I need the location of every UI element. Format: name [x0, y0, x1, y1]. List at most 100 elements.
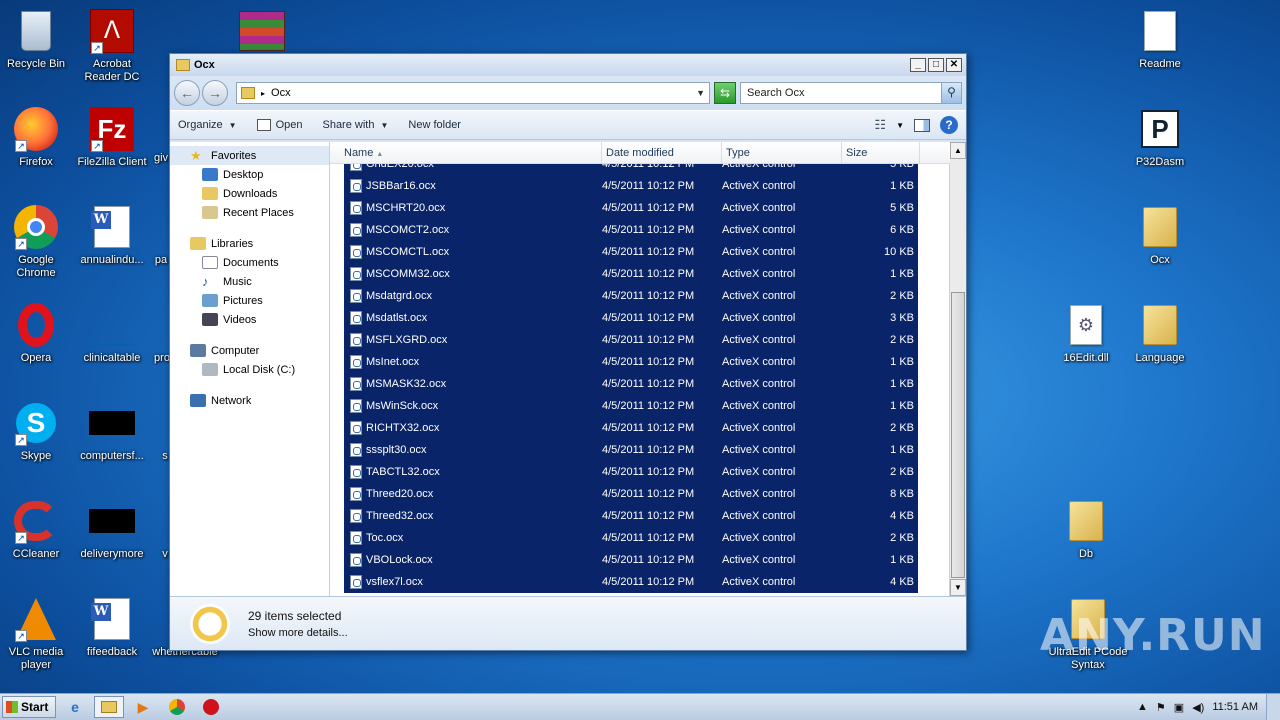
vertical-scrollbar[interactable]: ▲ ▼ — [949, 142, 966, 596]
nav-desktop[interactable]: Desktop — [170, 165, 329, 184]
action-center-icon[interactable]: ⚑ — [1156, 701, 1166, 714]
nav-downloads[interactable]: Downloads — [170, 184, 329, 203]
desktop-icon-winrar[interactable] — [224, 8, 300, 58]
forward-button[interactable]: → — [202, 80, 228, 106]
desktop-icon-p32dasm[interactable]: P P32Dasm — [1122, 106, 1198, 169]
table-row[interactable]: RICHTX32.ocx 4/5/2011 10:12 PM ActiveX con… — [344, 417, 918, 439]
nav-videos[interactable]: Videos — [170, 310, 329, 329]
column-header-type[interactable]: Type — [722, 142, 842, 163]
computer-icon — [190, 344, 206, 357]
table-row[interactable]: Threed20.ocx 4/5/2011 10:12 PM ActiveX con… — [344, 483, 918, 505]
desktop-icon-annualindu[interactable]: W annualindu... — [74, 204, 150, 267]
nav-favorites[interactable]: ★ Favorites — [170, 146, 329, 165]
table-row[interactable]: Msdatlst.ocx 4/5/2011 10:12 PM ActiveX con… — [344, 307, 918, 329]
volume-icon[interactable]: ◀) — [1192, 701, 1204, 714]
table-row[interactable]: VBOLock.ocx 4/5/2011 10:12 PM ActiveX cont… — [344, 549, 918, 571]
table-row[interactable]: MsWinSck.ocx 4/5/2011 10:12 PM ActiveX con… — [344, 395, 918, 417]
table-row[interactable]: TABCTL32.ocx 4/5/2011 10:12 PM ActiveX con… — [344, 461, 918, 483]
nav-libraries[interactable]: Libraries — [170, 234, 329, 253]
taskbar-explorer-icon[interactable] — [94, 696, 124, 718]
table-row[interactable]: MsInet.ocx 4/5/2011 10:12 PM ActiveX contr… — [344, 351, 918, 373]
desktop-icon-opera[interactable]: Opera — [0, 302, 74, 365]
table-row[interactable]: MSCOMCTL.ocx 4/5/2011 10:12 PM ActiveX con… — [344, 241, 918, 263]
file-list[interactable]: GridEX20.ocx 4/5/2011 10:12 PM ActiveX con… — [330, 142, 966, 596]
column-header-date[interactable]: Date modified — [602, 142, 722, 163]
preview-pane-icon[interactable] — [914, 118, 930, 132]
new-folder-button[interactable]: New folder — [408, 119, 461, 131]
column-header-name[interactable]: Name ▲ — [330, 142, 602, 163]
nav-local-disk[interactable]: Local Disk (C:) — [170, 360, 329, 379]
explorer-window[interactable]: Ocx _ □ ✕ ← → ▸ Ocx ▼ ⇆ Search Ocx ⚲ Org… — [169, 53, 967, 651]
view-options-icon[interactable]: ☷ — [874, 117, 886, 133]
desktop-icon-db[interactable]: Db — [1048, 498, 1124, 561]
icon-label: Recycle Bin — [6, 58, 66, 70]
organize-button[interactable]: Organize ▼ — [178, 119, 237, 131]
desktop-icon-clinicaltable[interactable]: clinicaltable — [74, 302, 150, 365]
search-input[interactable]: Search Ocx ⚲ — [740, 82, 962, 104]
search-icon[interactable]: ⚲ — [941, 83, 961, 103]
close-button[interactable]: ✕ — [946, 58, 962, 72]
table-row[interactable]: Toc.ocx 4/5/2011 10:12 PM ActiveX control 2… — [344, 527, 918, 549]
desktop-icon-firefox[interactable]: ↗ Firefox — [0, 106, 74, 169]
desktop-icon-acrobat[interactable]: ᐱ ↗ Acrobat Reader DC — [74, 8, 150, 84]
taskbar-ie-icon[interactable]: e — [60, 696, 90, 718]
nav-documents[interactable]: Documents — [170, 253, 329, 272]
table-row[interactable]: vsflex7l.ocx 4/5/2011 10:12 PM ActiveX con… — [344, 571, 918, 593]
desktop-icon-ocx[interactable]: Ocx — [1122, 204, 1198, 267]
show-desktop-button[interactable] — [1266, 694, 1280, 720]
table-row[interactable]: Threed32.ocx 4/5/2011 10:12 PM ActiveX con… — [344, 505, 918, 527]
share-with-button[interactable]: Share with ▼ — [322, 119, 388, 131]
table-row[interactable]: MSMASK32.ocx 4/5/2011 10:12 PM ActiveX con… — [344, 373, 918, 395]
help-icon[interactable]: ? — [940, 116, 958, 134]
chevron-down-icon[interactable]: ▼ — [896, 121, 904, 130]
table-row[interactable]: JSBBar16.ocx 4/5/2011 10:12 PM ActiveX con… — [344, 175, 918, 197]
start-button[interactable]: Start — [2, 696, 56, 718]
desktop-icon-vlc[interactable]: ↗ VLC media player — [0, 596, 74, 672]
clock[interactable]: 11:51 AM — [1212, 701, 1258, 713]
desktop-icon-fifeedback[interactable]: W fifeedback — [74, 596, 150, 659]
desktop-icon-readme[interactable]: Readme — [1122, 8, 1198, 71]
table-row[interactable]: MSCOMM32.ocx 4/5/2011 10:12 PM ActiveX con… — [344, 263, 918, 285]
nav-recent-places[interactable]: Recent Places — [170, 203, 329, 222]
table-row[interactable]: sssplt30.ocx 4/5/2011 10:12 PM ActiveX con… — [344, 439, 918, 461]
open-button[interactable]: Open — [256, 119, 302, 131]
desktop-icon-language[interactable]: Language — [1122, 302, 1198, 365]
scroll-up-icon[interactable]: ▲ — [950, 142, 966, 159]
breadcrumb-ocx[interactable]: Ocx — [271, 87, 291, 99]
taskbar-media-player-icon[interactable]: ▶ — [128, 696, 158, 718]
nav-music[interactable]: ♪ Music — [170, 272, 329, 291]
table-row[interactable]: MSFLXGRD.ocx 4/5/2011 10:12 PM ActiveX con… — [344, 329, 918, 351]
minimize-button[interactable]: _ — [910, 58, 926, 72]
table-row[interactable]: Msdatgrd.ocx 4/5/2011 10:12 PM ActiveX con… — [344, 285, 918, 307]
show-more-details-link[interactable]: Show more details... — [248, 627, 348, 639]
tray-overflow-icon[interactable]: ▲ — [1137, 701, 1148, 713]
taskbar-opera-icon[interactable] — [196, 696, 226, 718]
nav-network[interactable]: Network — [170, 391, 329, 410]
desktop-icon-ccleaner[interactable]: ↗ CCleaner — [0, 498, 74, 561]
file-name: MSCOMCTL.ocx — [366, 246, 450, 258]
desktop-icon-chrome[interactable]: ↗ Google Chrome — [0, 204, 74, 280]
selected-files-icon — [190, 603, 230, 644]
desktop-icon-filezilla[interactable]: Fz ↗ FileZilla Client — [74, 106, 150, 169]
back-button[interactable]: ← — [174, 80, 200, 106]
desktop-icon-computersf[interactable]: computersf... — [74, 400, 150, 463]
desktop-icon-recycle-bin[interactable]: Recycle Bin — [0, 8, 74, 71]
desktop-icon-skype[interactable]: S ↗ Skype — [0, 400, 74, 463]
taskbar-chrome-icon[interactable] — [162, 696, 192, 718]
address-bar[interactable]: ▸ Ocx ▼ — [236, 82, 710, 104]
network-status-icon[interactable]: ▣ — [1174, 701, 1184, 714]
scroll-thumb[interactable] — [951, 292, 965, 578]
nav-pictures[interactable]: Pictures — [170, 291, 329, 310]
refresh-button[interactable]: ⇆ — [714, 82, 736, 104]
nav-computer[interactable]: Computer — [170, 341, 329, 360]
title-bar[interactable]: Ocx _ □ ✕ — [170, 54, 966, 76]
chevron-down-icon[interactable]: ▼ — [696, 88, 705, 98]
table-row[interactable]: MSCHRT20.ocx 4/5/2011 10:12 PM ActiveX con… — [344, 197, 918, 219]
column-header-size[interactable]: Size — [842, 142, 920, 163]
desktop-icon-16edit[interactable]: ⚙ 16Edit.dll — [1048, 302, 1124, 365]
maximize-button[interactable]: □ — [928, 58, 944, 72]
file-type: ActiveX control — [722, 466, 796, 478]
desktop-icon-deliverymore[interactable]: deliverymore — [74, 498, 150, 561]
scroll-down-icon[interactable]: ▼ — [950, 579, 966, 596]
table-row[interactable]: MSCOMCT2.ocx 4/5/2011 10:12 PM ActiveX con… — [344, 219, 918, 241]
